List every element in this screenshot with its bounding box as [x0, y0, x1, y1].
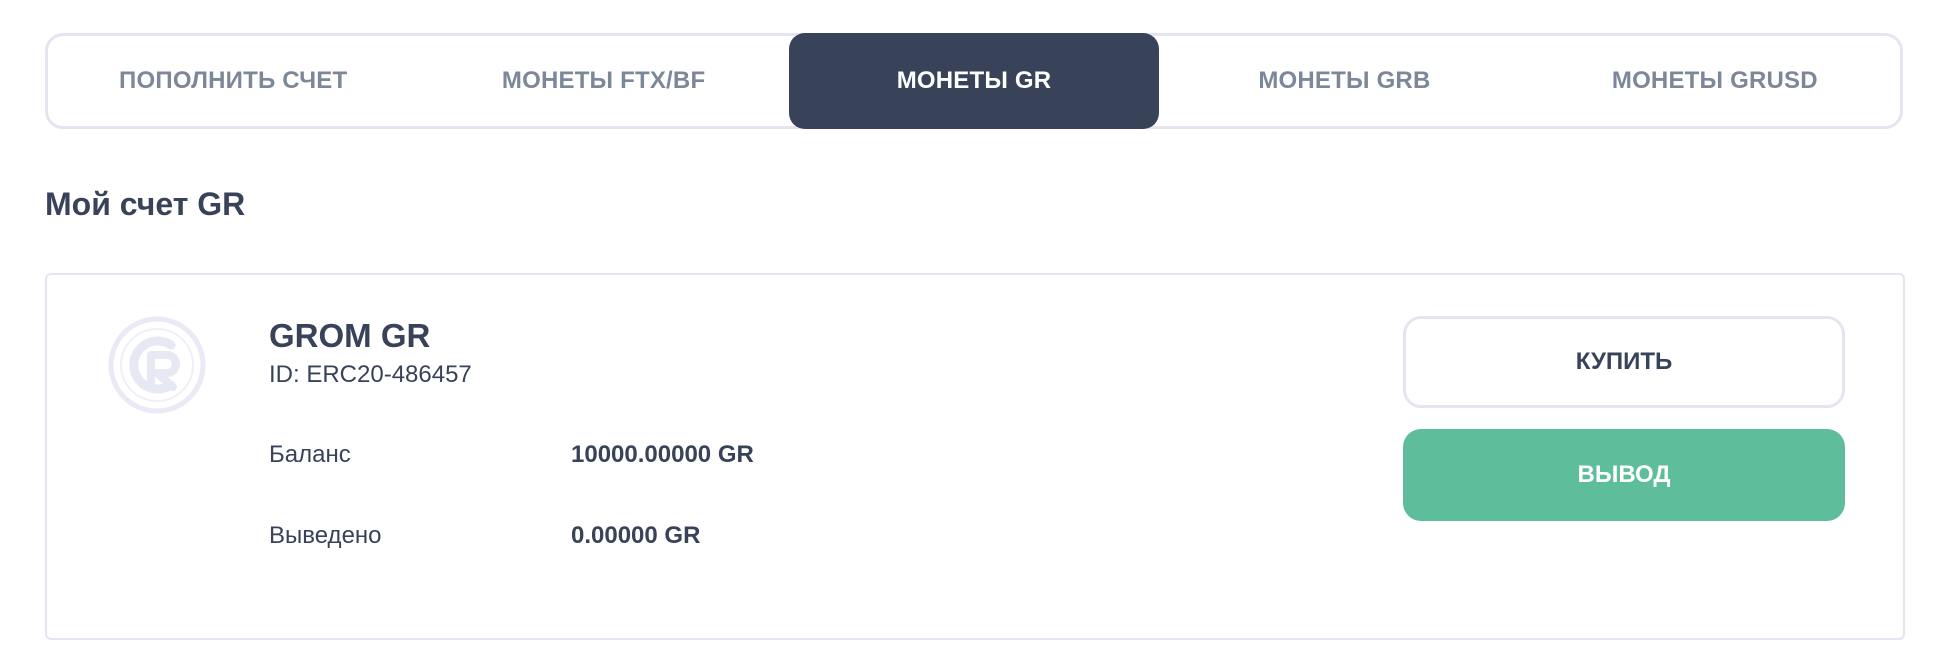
account-card: GROM GR ID: ERC20-486457 Баланс 10000.00…: [45, 273, 1905, 640]
withdrawn-value: 0.00000 GR: [571, 522, 701, 549]
withdrawn-label: Выведено: [269, 522, 382, 549]
tab-coins-gr[interactable]: МОНЕТЫ GR: [788, 33, 1160, 129]
section-title: Мой счет GR: [45, 186, 246, 222]
coin-name: GROM GR: [269, 317, 431, 354]
gr-logo-icon: [107, 315, 207, 415]
coin-id: ID: ERC20-486457: [269, 361, 472, 388]
balance-value: 10000.00000 GR: [571, 441, 754, 468]
tab-coins-grb[interactable]: МОНЕТЫ GRB: [1159, 36, 1529, 126]
coin-tabs: ПОПОЛНИТЬ СЧЕТ МОНЕТЫ FTX/BF МОНЕТЫ GR М…: [45, 33, 1903, 129]
tab-coins-grusd[interactable]: МОНЕТЫ GRUSD: [1530, 36, 1900, 126]
tab-coins-ftx-bf[interactable]: МОНЕТЫ FTX/BF: [418, 36, 788, 126]
tab-deposit[interactable]: ПОПОЛНИТЬ СЧЕТ: [48, 36, 418, 126]
balance-label: Баланс: [269, 441, 351, 468]
withdraw-button[interactable]: ВЫВОД: [1403, 429, 1845, 521]
buy-button[interactable]: КУПИТЬ: [1403, 316, 1845, 408]
